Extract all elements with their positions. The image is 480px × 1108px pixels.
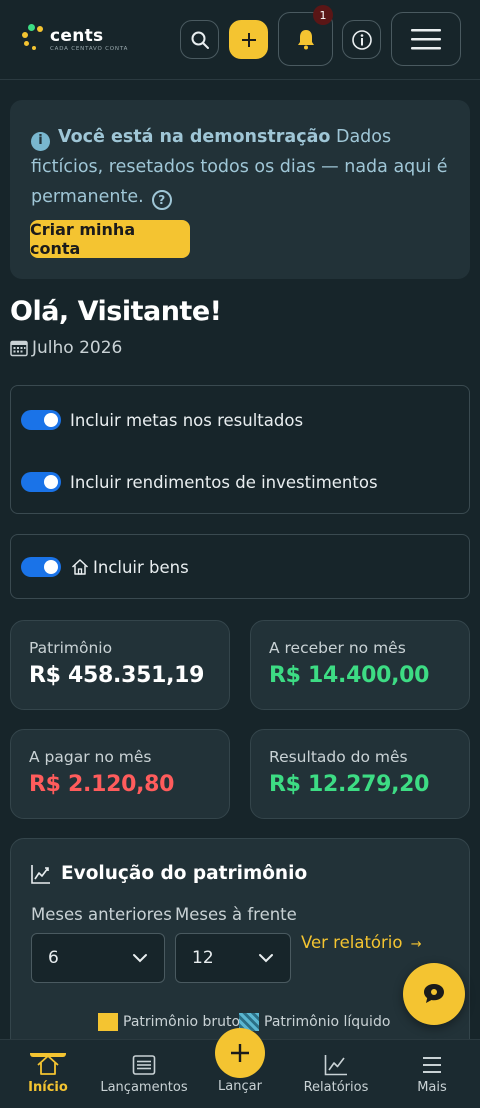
toggle-assets-switch[interactable]	[21, 557, 61, 577]
result-options-panel: Incluir metas nos resultados Incluir ren…	[10, 385, 470, 514]
nav-more-label: Mais	[417, 1080, 447, 1095]
home-icon	[37, 1055, 59, 1075]
add-entry-label: Lançar	[218, 1079, 262, 1094]
prev-months-value: 6	[48, 948, 59, 968]
legend-net-label: Patrimônio líquido	[264, 1014, 391, 1030]
card-resultado-label: Resultado do mês	[269, 748, 408, 766]
toggle-goals-switch[interactable]	[21, 410, 61, 430]
legend-gross-swatch	[98, 1013, 118, 1031]
chat-bubble-icon	[424, 984, 444, 1003]
period-label: Julho 2026	[32, 338, 123, 358]
legend-gross-label: Patrimônio bruto	[123, 1014, 241, 1030]
info-icon	[351, 29, 372, 50]
toggle-assets-label: Incluir bens	[93, 557, 189, 577]
card-patrimonio-value: R$ 458.351,19	[29, 663, 205, 688]
logo-mark-icon	[20, 22, 46, 56]
legend-net[interactable]: Patrimônio líquido	[239, 1013, 390, 1031]
info-button[interactable]	[342, 20, 381, 59]
notification-badge: 1	[313, 5, 333, 25]
next-months-select[interactable]: 12	[175, 933, 291, 983]
nav-home[interactable]: Início	[0, 1053, 96, 1095]
house-icon	[71, 559, 89, 575]
toggle-goals-label: Incluir metas nos resultados	[70, 410, 304, 430]
prev-months-label: Meses anteriores	[31, 905, 172, 924]
plus-icon	[231, 1044, 249, 1062]
nav-reports-label: Relatórios	[303, 1080, 369, 1095]
calendar-icon	[10, 340, 28, 357]
help-icon[interactable]: ?	[151, 190, 172, 210]
list-icon	[132, 1055, 156, 1075]
demo-title: Você está na demonstração	[58, 127, 331, 147]
nav-entries[interactable]: Lançamentos	[96, 1054, 192, 1095]
search-icon	[191, 31, 209, 49]
quick-add-button[interactable]	[229, 20, 268, 59]
period-selector[interactable]: Julho 2026	[10, 338, 122, 358]
nav-more[interactable]: Mais	[384, 1054, 480, 1095]
brand-logo[interactable]: cents CADA CENTAVO CONTA	[20, 22, 128, 56]
top-bar: cents CADA CENTAVO CONTA 1	[0, 0, 480, 80]
nav-active-indicator	[30, 1053, 66, 1057]
plus-icon	[241, 32, 256, 47]
bell-icon	[297, 30, 314, 50]
hamburger-icon	[411, 29, 441, 50]
demo-message-block: i Você está na demonstração Dados fictíci…	[31, 122, 456, 212]
view-report-label: Ver relatório	[301, 933, 403, 952]
card-receber[interactable]: A receber no mês R$ 14.400,00	[250, 620, 470, 710]
notifications-button[interactable]: 1	[278, 5, 333, 66]
card-patrimonio-label: Patrimônio	[29, 639, 113, 657]
toggle-goals-row: Incluir metas nos resultados	[21, 410, 303, 430]
brand-name: cents	[50, 25, 104, 46]
menu-button[interactable]	[391, 12, 461, 66]
legend-gross[interactable]: Patrimônio bruto	[98, 1013, 240, 1031]
next-months-label: Meses à frente	[175, 905, 297, 924]
chart-line-icon	[324, 1055, 347, 1076]
assets-option-panel: Incluir bens	[10, 534, 470, 599]
evolution-title-row: Evolução do patrimônio	[31, 863, 307, 884]
arrow-right-icon: →	[410, 937, 422, 952]
hamburger-icon	[423, 1057, 441, 1073]
toggle-assets-row: Incluir bens	[21, 557, 189, 577]
nav-home-label: Início	[28, 1080, 68, 1095]
card-receber-value: R$ 14.400,00	[269, 663, 430, 688]
toggle-investments-row: Incluir rendimentos de investimentos	[21, 472, 378, 492]
chat-button[interactable]	[403, 963, 465, 1025]
prev-months-select[interactable]: 6	[31, 933, 165, 983]
toggle-investments-label: Incluir rendimentos de investimentos	[70, 472, 378, 492]
chevron-down-icon	[133, 954, 147, 963]
demo-banner: i Você está na demonstração Dados fictíci…	[10, 100, 470, 279]
chevron-down-icon	[259, 954, 273, 963]
nav-reports[interactable]: Relatórios	[288, 1054, 384, 1095]
chart-line-icon	[31, 864, 50, 884]
view-report-link[interactable]: Ver relatório →	[301, 933, 422, 952]
evolution-title: Evolução do patrimônio	[61, 863, 308, 884]
search-button[interactable]	[180, 20, 219, 59]
card-pagar-label: A pagar no mês	[29, 748, 152, 766]
create-account-button[interactable]: Criar minha conta	[30, 220, 190, 258]
page-title: Olá, Visitante!	[10, 296, 222, 327]
card-pagar-value: R$ 2.120,80	[29, 772, 175, 797]
card-patrimonio[interactable]: Patrimônio R$ 458.351,19	[10, 620, 230, 710]
next-months-value: 12	[192, 948, 214, 968]
card-resultado-value: R$ 12.279,20	[269, 772, 430, 797]
card-resultado[interactable]: Resultado do mês R$ 12.279,20	[250, 729, 470, 819]
add-entry-button[interactable]	[215, 1028, 265, 1078]
card-receber-label: A receber no mês	[269, 639, 406, 657]
brand-tagline: CADA CENTAVO CONTA	[50, 45, 129, 52]
nav-entries-label: Lançamentos	[100, 1080, 188, 1095]
info-circle-icon: i	[31, 131, 50, 151]
toggle-investments-switch[interactable]	[21, 472, 61, 492]
card-pagar[interactable]: A pagar no mês R$ 2.120,80	[10, 729, 230, 819]
